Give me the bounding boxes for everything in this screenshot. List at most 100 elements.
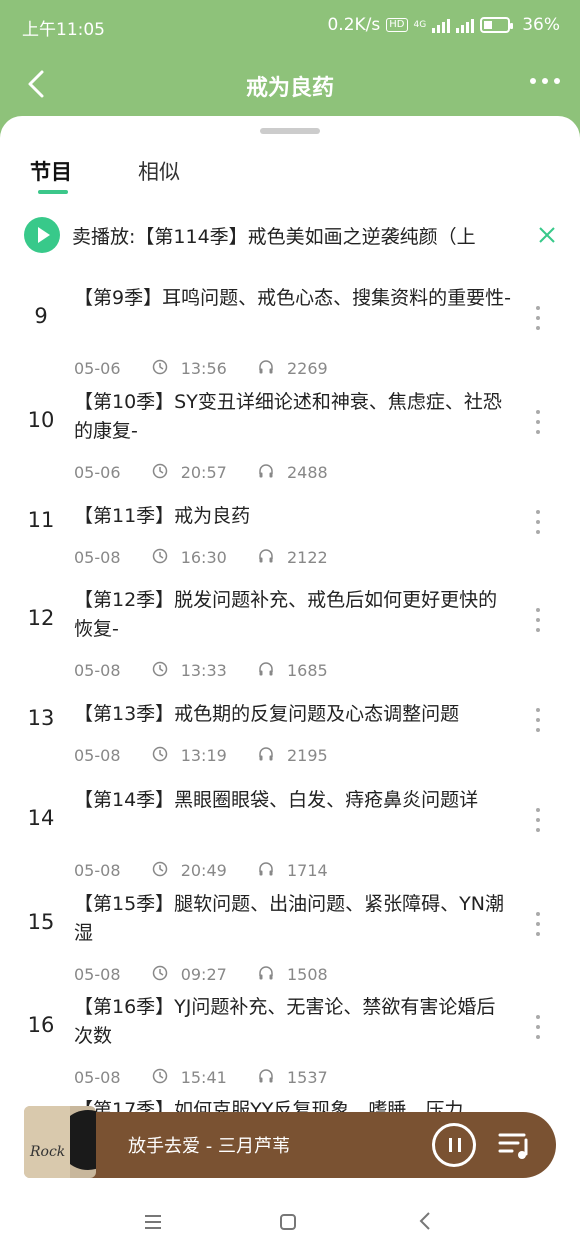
dot-icon xyxy=(536,306,540,310)
more-options-button[interactable] xyxy=(530,78,560,84)
playlist-button[interactable] xyxy=(498,1130,532,1160)
headphones-icon xyxy=(258,548,274,568)
episode-plays: 1508 xyxy=(286,965,328,984)
list-item[interactable]: 11 【第11季】戒为良药 05-08 16:30 2122 xyxy=(0,502,580,571)
episode-number: 9 xyxy=(34,304,48,328)
dot-icon xyxy=(536,818,540,822)
episode-duration: 13:56 xyxy=(180,359,227,378)
headphones-icon xyxy=(258,746,274,766)
list-item[interactable]: 14 【第14季】黑眼圈眼袋、白发、痔疮鼻炎问题详 05-08 20:49 17… xyxy=(0,786,580,884)
battery-percent: 36% xyxy=(522,15,560,35)
episode-plays: 2122 xyxy=(286,548,328,567)
mini-player[interactable]: Rock 放手去爱 - 三月芦苇 xyxy=(24,1106,556,1178)
dot-icon xyxy=(536,530,540,534)
episode-meta: 05-06 13:56 2269 xyxy=(74,358,328,379)
now-playing-text: 卖播放:【第114季】戒色美如画之逆袭纯颜（上 xyxy=(72,226,476,248)
cover-text: Rock xyxy=(30,1144,66,1160)
episode-plays: 2269 xyxy=(286,359,328,378)
back-nav-icon[interactable] xyxy=(418,1210,432,1232)
episode-plays: 2488 xyxy=(286,463,328,482)
episode-date: 05-08 xyxy=(74,661,121,680)
signal-icon-2 xyxy=(456,17,475,33)
more-options-button[interactable] xyxy=(536,608,544,632)
dot-icon xyxy=(536,316,540,320)
album-cover[interactable]: Rock xyxy=(24,1106,96,1178)
list-item[interactable]: 10 【第10季】SY变丑详细论述和神衰、焦虑症、社恐的康复- 05-06 20… xyxy=(0,388,580,486)
dot-icon xyxy=(530,78,536,84)
episode-date: 05-08 xyxy=(74,548,121,567)
list-item[interactable]: 12 【第12季】脱发问题补充、戒色后如何更好更快的恢复- 05-08 13:3… xyxy=(0,586,580,684)
clock-icon xyxy=(152,861,168,881)
list-item[interactable]: 13 【第13季】戒色期的反复问题及心态调整问题 05-08 13:19 219… xyxy=(0,700,580,769)
more-options-button[interactable] xyxy=(536,708,544,732)
episode-number: 15 xyxy=(27,910,55,934)
more-options-button[interactable] xyxy=(536,306,544,330)
headphones-icon xyxy=(258,1068,274,1088)
episode-number: 16 xyxy=(27,1013,55,1037)
list-item[interactable]: 16 【第16季】YJ问题补充、无害论、禁欲有害论婚后次数 05-08 15:4… xyxy=(0,993,580,1091)
dot-icon xyxy=(536,410,540,414)
more-options-button[interactable] xyxy=(536,808,544,832)
clock-icon xyxy=(152,661,168,681)
dot-icon xyxy=(536,510,540,514)
episode-date: 05-08 xyxy=(74,746,121,765)
episode-meta: 05-08 09:27 1508 xyxy=(74,964,328,985)
episode-date: 05-08 xyxy=(74,861,121,880)
more-options-button[interactable] xyxy=(536,410,544,434)
net-type: 4G xyxy=(413,20,427,30)
episode-number: 12 xyxy=(27,606,55,630)
episode-meta: 05-06 20:57 2488 xyxy=(74,462,328,483)
dot-icon xyxy=(536,326,540,330)
dot-icon xyxy=(536,1025,540,1029)
cover-art: Rock xyxy=(24,1106,70,1178)
episode-date: 05-08 xyxy=(74,1068,121,1087)
close-button[interactable] xyxy=(536,224,558,246)
episode-date: 05-06 xyxy=(74,463,121,482)
dot-icon xyxy=(536,1035,540,1039)
list-item[interactable]: 15 【第15季】腿软问题、出油问题、紧张障碍、YN潮湿 05-08 09:27… xyxy=(0,890,580,988)
menu-icon[interactable] xyxy=(144,1214,162,1230)
headphones-icon xyxy=(258,463,274,483)
status-bar: 上午11:05 0.2K/s HD 4G 36% xyxy=(0,0,580,52)
content-sheet: 节目 相似 卖播放:【第114季】戒色美如画之逆袭纯颜（上 9 【第9季】耳鸣问… xyxy=(0,116,580,1257)
list-item[interactable]: 9 【第9季】耳鸣问题、戒色心态、搜集资料的重要性- 05-06 13:56 2… xyxy=(0,284,580,382)
tab-programs[interactable]: 节目 xyxy=(30,156,72,186)
episode-title: 【第16季】YJ问题补充、无害论、禁欲有害论婚后次数 xyxy=(74,996,496,1047)
drag-handle[interactable] xyxy=(260,128,320,134)
episode-plays: 2195 xyxy=(286,746,328,765)
episode-title: 【第11季】戒为良药 xyxy=(74,505,251,527)
episode-title: 【第14季】黑眼圈眼袋、白发、痔疮鼻炎问题详 xyxy=(74,789,479,811)
clock-icon xyxy=(152,746,168,766)
dot-icon xyxy=(536,420,540,424)
dot-icon xyxy=(536,708,540,712)
clock-icon xyxy=(152,1068,168,1088)
episode-meta: 05-08 13:19 2195 xyxy=(74,745,328,766)
episode-duration: 15:41 xyxy=(180,1068,227,1087)
clock-icon xyxy=(152,463,168,483)
more-options-button[interactable] xyxy=(536,912,544,936)
episode-plays: 1537 xyxy=(286,1068,328,1087)
more-options-button[interactable] xyxy=(536,1015,544,1039)
nav-bar: 戒为良药 xyxy=(0,52,580,116)
episode-meta: 05-08 13:33 1685 xyxy=(74,660,328,681)
episode-duration: 20:57 xyxy=(180,463,227,482)
clock-icon xyxy=(152,359,168,379)
headphones-icon xyxy=(258,965,274,985)
episode-duration: 13:33 xyxy=(180,661,227,680)
dot-icon xyxy=(536,808,540,812)
dot-icon xyxy=(536,912,540,916)
pause-button[interactable] xyxy=(432,1123,476,1167)
episode-duration: 13:19 xyxy=(180,746,227,765)
dot-icon xyxy=(536,932,540,936)
episode-meta: 05-08 20:49 1714 xyxy=(74,860,328,881)
episode-duration: 20:49 xyxy=(180,861,227,880)
player-track-title: 放手去爱 - 三月芦苇 xyxy=(128,1136,290,1157)
battery-icon xyxy=(480,17,514,33)
more-options-button[interactable] xyxy=(536,510,544,534)
play-icon[interactable] xyxy=(24,217,60,253)
episode-duration: 16:30 xyxy=(180,548,227,567)
home-icon[interactable] xyxy=(280,1214,296,1230)
dot-icon xyxy=(536,608,540,612)
now-playing-banner[interactable]: 卖播放:【第114季】戒色美如画之逆袭纯颜（上 xyxy=(24,216,564,254)
tab-similar[interactable]: 相似 xyxy=(138,156,180,186)
